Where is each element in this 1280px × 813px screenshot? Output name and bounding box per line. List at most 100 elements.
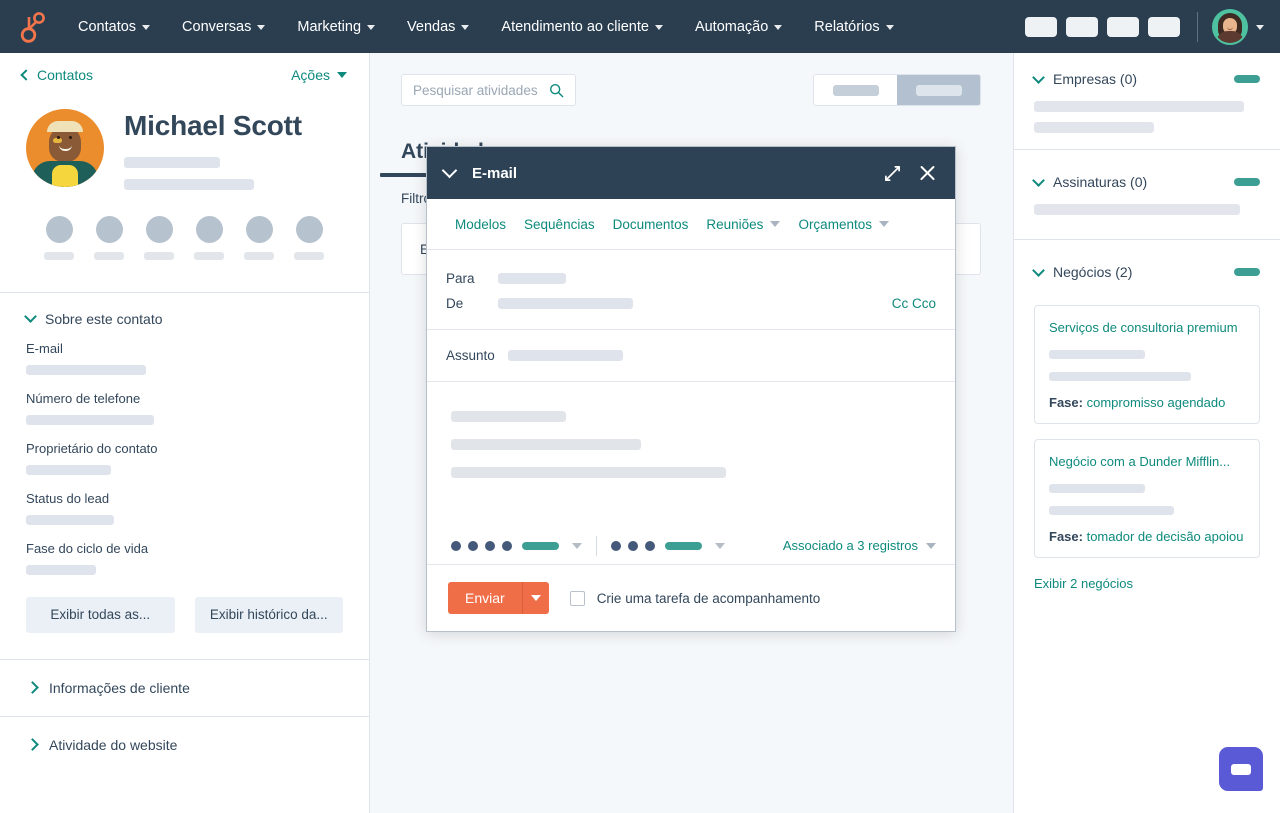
chat-bubble-icon[interactable]: [1219, 747, 1263, 791]
quick-action-2[interactable]: [94, 216, 124, 260]
nav-item-vendas[interactable]: Vendas: [391, 0, 485, 53]
from-label: De: [446, 296, 498, 311]
toolbar-icon[interactable]: [451, 541, 461, 551]
send-options-button[interactable]: [522, 582, 549, 614]
field-value-skeleton[interactable]: [26, 565, 96, 575]
expand-icon[interactable]: [884, 165, 901, 182]
tab-reunioes[interactable]: Reuniões: [697, 217, 789, 232]
to-label: Para: [446, 271, 498, 286]
field-value-skeleton[interactable]: [26, 465, 111, 475]
email-body[interactable]: [427, 382, 955, 527]
nav-item-contatos[interactable]: Contatos: [62, 0, 166, 53]
tab-modelos[interactable]: Modelos: [446, 217, 515, 232]
nav-item-conversas[interactable]: Conversas: [166, 0, 281, 53]
chevron-down-icon: [24, 310, 37, 323]
followup-task-toggle[interactable]: Crie uma tarefa de acompanhamento: [570, 591, 821, 606]
search-input[interactable]: Pesquisar atividades: [401, 74, 576, 106]
toolbar-icon[interactable]: [645, 541, 655, 551]
header-action-button-4[interactable]: [1148, 17, 1180, 37]
exibir-todas-button[interactable]: Exibir todas as...: [26, 597, 175, 633]
quick-action-icon: [146, 216, 173, 243]
deal-title[interactable]: Serviços de consultoria premium: [1049, 320, 1245, 337]
modal-header: E-mail: [427, 147, 955, 199]
quick-action-5[interactable]: [244, 216, 274, 260]
toolbar-pill[interactable]: [665, 542, 702, 550]
quick-action-6[interactable]: [294, 216, 324, 260]
section-sobre-este-contato[interactable]: Sobre este contato: [0, 293, 369, 327]
toolbar-pill[interactable]: [522, 542, 559, 550]
cc-cco-link[interactable]: Cc Cco: [892, 296, 936, 311]
section-informacoes-de-cliente[interactable]: Informações de cliente: [0, 660, 369, 716]
quick-action-icon: [46, 216, 73, 243]
toolbar-group-1: [451, 541, 582, 551]
view-toggle-option-1[interactable]: [814, 75, 897, 105]
deal-card[interactable]: Negócio com a Dunder Mifflin... Fase: to…: [1034, 439, 1260, 558]
header-action-button-2[interactable]: [1066, 17, 1098, 37]
nav-label: Vendas: [407, 19, 455, 35]
section-atividade-do-website[interactable]: Atividade do website: [0, 717, 369, 773]
send-button[interactable]: Enviar: [448, 582, 522, 614]
toolbar-icon[interactable]: [502, 541, 512, 551]
view-deals-link[interactable]: Exibir 2 negócios: [1034, 576, 1133, 591]
exibir-historico-button[interactable]: Exibir histórico da...: [195, 597, 344, 633]
nav-item-atendimento-ao-cliente[interactable]: Atendimento ao cliente: [485, 0, 679, 53]
tab-orcamentos[interactable]: Orçamentos: [789, 217, 898, 232]
section-action-pill[interactable]: [1234, 178, 1260, 186]
nav-item-marketing[interactable]: Marketing: [281, 0, 391, 53]
acoes-dropdown[interactable]: Ações: [291, 67, 347, 83]
chevron-down-icon: [1032, 174, 1045, 187]
tab-documentos[interactable]: Documentos: [604, 217, 698, 232]
nav-right-cluster: [1025, 0, 1280, 53]
toolbar-icon[interactable]: [485, 541, 495, 551]
caret-down-icon[interactable]: [715, 543, 725, 549]
deal-stage-label: Fase:: [1049, 529, 1083, 544]
close-icon[interactable]: [918, 164, 937, 183]
nav-item-automacao[interactable]: Automação: [679, 0, 798, 53]
header-action-button-3[interactable]: [1107, 17, 1139, 37]
user-menu[interactable]: [1212, 9, 1264, 45]
toolbar-icon[interactable]: [468, 541, 478, 551]
back-to-contatos-link[interactable]: Contatos: [22, 67, 93, 83]
quick-action-3[interactable]: [144, 216, 174, 260]
field-label: Status do lead: [26, 491, 343, 506]
chevron-right-icon: [26, 738, 39, 751]
field-value-skeleton[interactable]: [26, 415, 154, 425]
section-title: Atividade do website: [49, 737, 177, 753]
section-header[interactable]: Empresas (0): [1034, 71, 1260, 87]
chevron-down-icon[interactable]: [442, 163, 458, 179]
tab-sequencias[interactable]: Sequências: [515, 217, 604, 232]
section-title: Empresas (0): [1053, 71, 1224, 87]
from-value-skeleton[interactable]: [498, 298, 633, 309]
quick-action-1[interactable]: [44, 216, 74, 260]
toolbar-icon[interactable]: [611, 541, 621, 551]
deal-card[interactable]: Serviços de consultoria premium Fase: co…: [1034, 305, 1260, 424]
chevron-down-icon: [461, 25, 469, 30]
quick-action-icon: [246, 216, 273, 243]
deal-title[interactable]: Negócio com a Dunder Mifflin...: [1049, 454, 1245, 471]
field-value-skeleton[interactable]: [26, 515, 114, 525]
contact-avatar[interactable]: [26, 109, 104, 187]
header-action-button-1[interactable]: [1025, 17, 1057, 37]
toolbar-icon[interactable]: [628, 541, 638, 551]
quick-action-4[interactable]: [194, 216, 224, 260]
associated-records-dropdown[interactable]: Associado a 3 registros: [783, 538, 936, 553]
quick-action-label-skeleton: [44, 252, 74, 260]
hubspot-sprocket-logo[interactable]: [0, 11, 62, 43]
chevron-down-icon: [367, 25, 375, 30]
field-proprietario: Proprietário do contato: [26, 441, 343, 475]
section-action-pill[interactable]: [1234, 75, 1260, 83]
field-value-skeleton[interactable]: [26, 365, 146, 375]
modal-footer: Enviar Crie uma tarefa de acompanhamento: [427, 565, 955, 631]
view-toggle-option-2[interactable]: [897, 75, 980, 105]
section-action-pill[interactable]: [1234, 268, 1260, 276]
to-value-skeleton[interactable]: [498, 273, 566, 284]
nav-item-relatorios[interactable]: Relatórios: [798, 0, 909, 53]
caret-down-icon[interactable]: [572, 543, 582, 549]
main-nav-items: Contatos Conversas Marketing Vendas Aten…: [62, 0, 910, 53]
section-header[interactable]: Negócios (2): [1034, 264, 1260, 280]
section-header[interactable]: Assinaturas (0): [1034, 174, 1260, 190]
associated-records-label: Associado a 3 registros: [783, 538, 918, 553]
acoes-label: Ações: [291, 67, 330, 83]
subject-value-skeleton[interactable]: [508, 350, 623, 361]
followup-checkbox[interactable]: [570, 591, 585, 606]
